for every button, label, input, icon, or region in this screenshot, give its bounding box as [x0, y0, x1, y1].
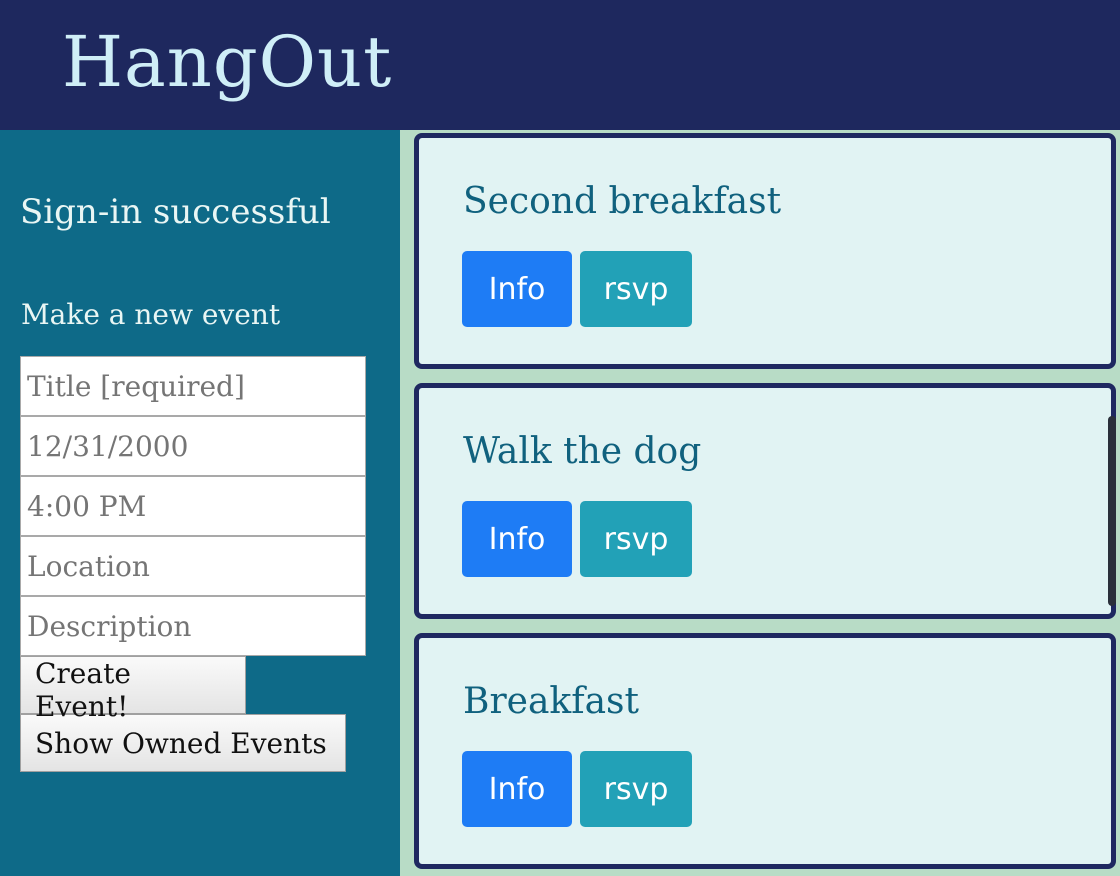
event-rsvp-button[interactable]: rsvp: [580, 751, 692, 827]
event-info-button[interactable]: Info: [462, 501, 572, 577]
new-event-heading: Make a new event: [21, 298, 281, 331]
app-header: HangOut: [0, 0, 1120, 130]
sidebar: Sign-in successful Make a new event Crea…: [0, 130, 400, 876]
event-card: Second breakfast Info rsvp: [414, 133, 1116, 369]
event-title: Second breakfast: [463, 181, 782, 222]
event-info-button[interactable]: Info: [462, 251, 572, 327]
event-list: Second breakfast Info rsvp Walk the dog …: [412, 130, 1120, 876]
location-input[interactable]: [20, 536, 366, 596]
create-event-button[interactable]: Create Event!: [20, 656, 246, 723]
event-info-button[interactable]: Info: [462, 751, 572, 827]
event-title: Walk the dog: [463, 431, 702, 472]
event-rsvp-button[interactable]: rsvp: [580, 501, 692, 577]
time-input[interactable]: [20, 476, 366, 536]
description-input[interactable]: [20, 596, 366, 656]
event-title: Breakfast: [463, 681, 639, 722]
date-input[interactable]: [20, 416, 366, 476]
app-title: HangOut: [62, 21, 393, 103]
event-card: Breakfast Info rsvp: [414, 633, 1116, 869]
new-event-form: Create Event! Show Owned Events: [20, 356, 366, 772]
event-rsvp-button[interactable]: rsvp: [580, 251, 692, 327]
title-input[interactable]: [20, 356, 366, 416]
scrollbar-thumb[interactable]: [1108, 416, 1116, 606]
event-card: Walk the dog Info rsvp: [414, 383, 1116, 619]
signin-status: Sign-in successful: [20, 192, 331, 232]
